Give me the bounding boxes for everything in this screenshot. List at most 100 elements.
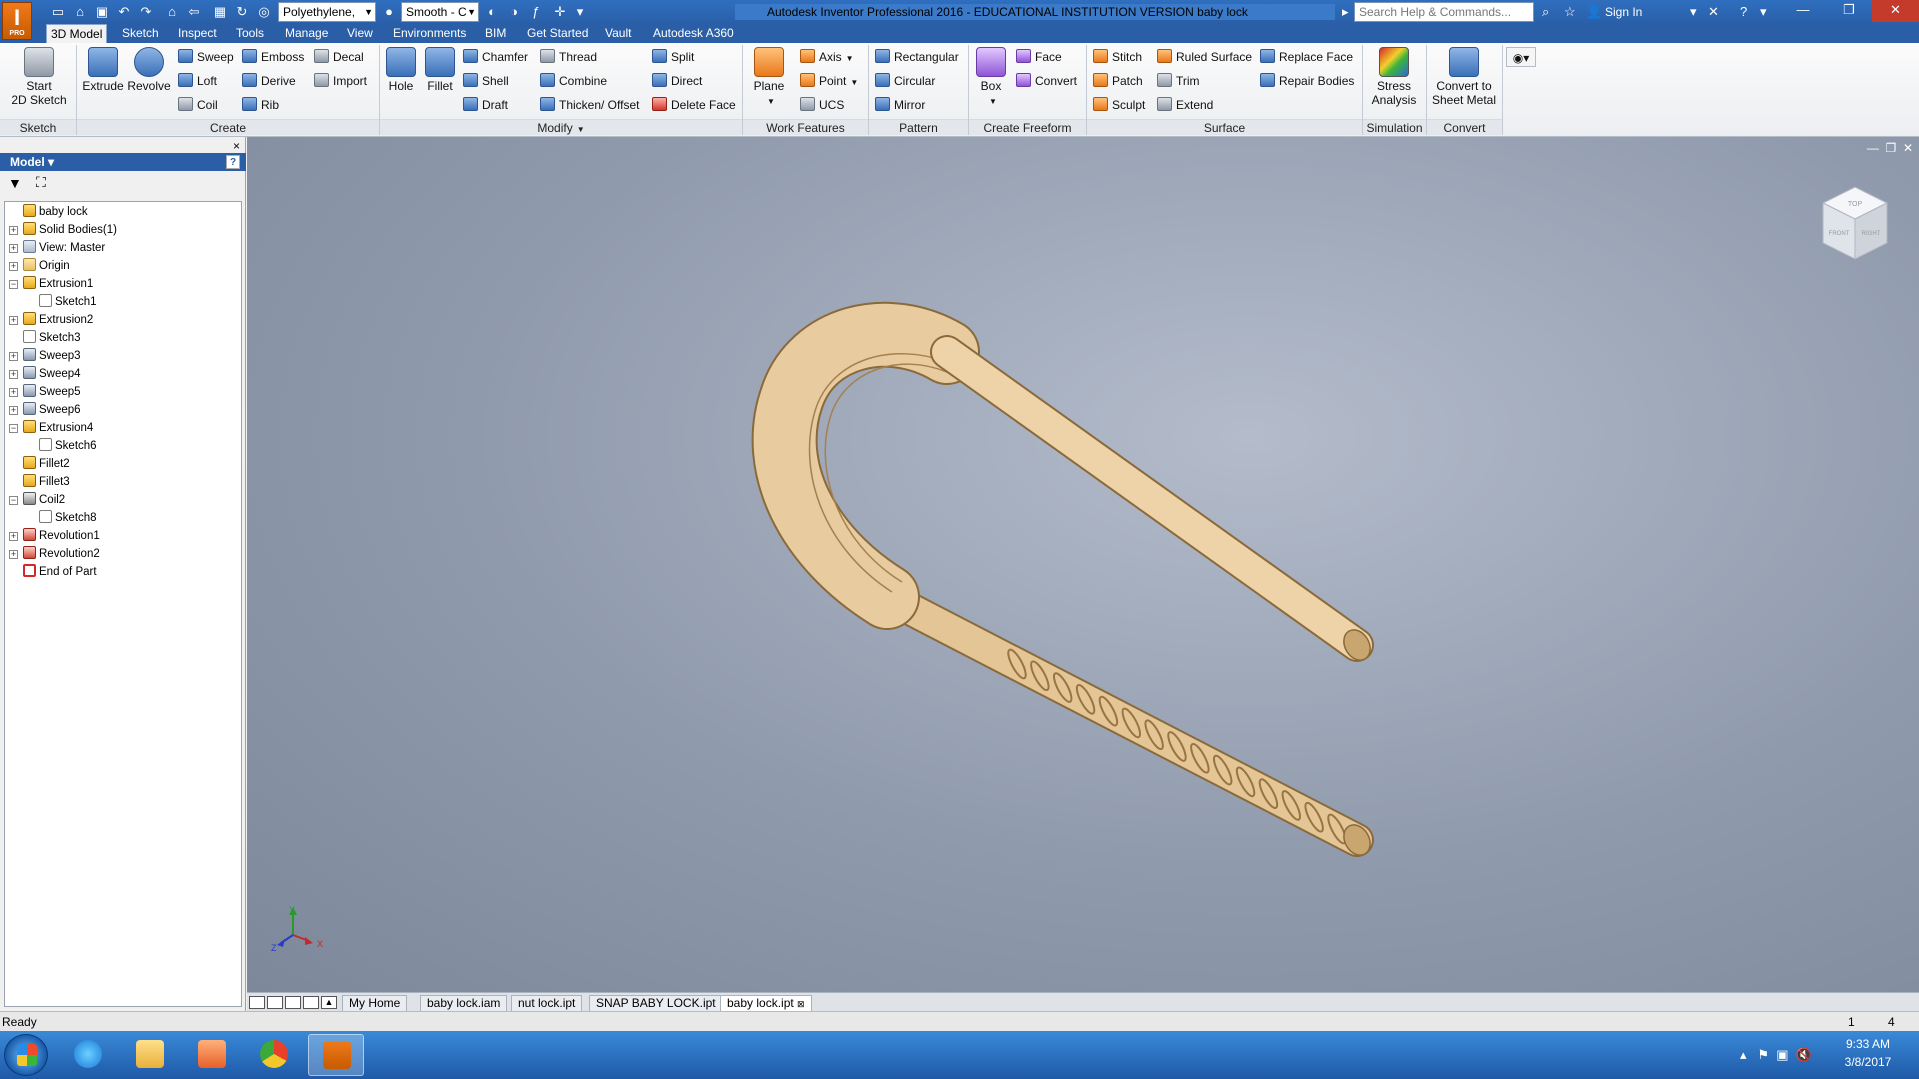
tab-environments[interactable]: Environments [389, 24, 470, 43]
return-icon[interactable]: ⇦ [186, 4, 202, 20]
emboss-button[interactable]: Emboss [242, 47, 304, 67]
expand-icon[interactable]: + [9, 532, 18, 541]
circular-pattern-button[interactable]: Circular [875, 71, 935, 91]
3d-model-baby-lock[interactable] [247, 137, 1919, 992]
browser-node-solid-bodies-1[interactable]: + Solid Bodies(1) [9, 221, 117, 239]
viewcube-right-label[interactable]: RIGHT [1862, 231, 1881, 237]
help-dropdown-icon[interactable]: ▾ [1760, 3, 1767, 21]
tab-inspect[interactable]: Inspect [174, 24, 221, 43]
doc-tab-baby-lock-ipt[interactable]: baby lock.ipt ⊠ [720, 995, 812, 1012]
tab-list-icon[interactable]: ▲ [321, 996, 337, 1009]
freeform-box-button[interactable]: Box ▼ [972, 47, 1010, 109]
rib-button[interactable]: Rib [242, 95, 279, 115]
tile-windows-icon[interactable] [267, 996, 283, 1009]
loft-button[interactable]: Loft [178, 71, 217, 91]
update-icon[interactable]: ↻ [234, 4, 250, 20]
delete-face-button[interactable]: Delete Face [652, 95, 736, 115]
tab-autodesk-a360[interactable]: Autodesk A360 [649, 24, 738, 43]
browser-node-fillet2[interactable]: Fillet2 [9, 455, 70, 473]
browser-node-sweep5[interactable]: + Sweep5 [9, 383, 81, 401]
browser-node-sweep4[interactable]: + Sweep4 [9, 365, 81, 383]
viewcube-top-label[interactable]: TOP [1848, 201, 1863, 208]
replace-face-button[interactable]: Replace Face [1260, 47, 1353, 67]
expand-icon[interactable]: + [9, 316, 18, 325]
window-minimize-button[interactable]: — [1780, 0, 1826, 22]
browser-node-extrusion1[interactable]: − Extrusion1 [9, 275, 93, 293]
customize-icon[interactable]: ▾ [572, 4, 588, 20]
tab-get-started[interactable]: Get Started [523, 24, 592, 43]
extrude-button[interactable]: Extrude [80, 47, 126, 93]
action-center-flag-icon[interactable]: ⚑ [1757, 1047, 1769, 1062]
browser-node-revolution1[interactable]: + Revolution1 [9, 527, 100, 545]
graphics-viewport[interactable]: — ❐ ✕ TOP FRONT RIGHT X Y Z [247, 137, 1919, 992]
parameters-icon[interactable]: ƒ [528, 4, 544, 20]
shell-button[interactable]: Shell [463, 71, 509, 91]
material-dropdown[interactable]: Polyethylene, ▼ [278, 2, 376, 22]
search-input[interactable]: Search Help & Commands... [1354, 2, 1534, 22]
ruled-surface-button[interactable]: Ruled Surface [1157, 47, 1252, 67]
cascade-windows-icon[interactable] [249, 996, 265, 1009]
favorites-icon[interactable]: ☆ [1564, 3, 1576, 21]
redo-icon[interactable]: ↷ [138, 4, 154, 20]
expand-icon[interactable]: + [9, 370, 18, 379]
browser-node-view-master[interactable]: + View: Master [9, 239, 105, 257]
browser-header[interactable]: Model ▾ ? [0, 153, 246, 171]
browser-node-baby-lock[interactable]: baby lock [9, 203, 88, 221]
sweep-button[interactable]: Sweep [178, 47, 234, 67]
browser-node-coil2[interactable]: − Coil2 [9, 491, 65, 509]
repair-bodies-button[interactable]: Repair Bodies [1260, 71, 1354, 91]
close-tab-icon[interactable]: ⊠ [797, 999, 805, 1009]
tab-tools[interactable]: Tools [232, 24, 268, 43]
tab-vault[interactable]: Vault [601, 24, 635, 43]
stress-analysis-button[interactable]: Stress Analysis [1366, 47, 1422, 107]
expand-icon[interactable]: + [9, 550, 18, 559]
tab-view[interactable]: View [343, 24, 377, 43]
signin-dropdown-icon[interactable]: ▾ [1690, 3, 1697, 21]
window-close-button[interactable]: ✕ [1872, 0, 1919, 22]
direct-button[interactable]: Direct [652, 71, 702, 91]
rectangular-pattern-button[interactable]: Rectangular [875, 47, 959, 67]
sculpt-button[interactable]: Sculpt [1093, 95, 1145, 115]
axis-button[interactable]: Axis ▼ [800, 47, 854, 67]
plane-button[interactable]: Plane ▼ [748, 47, 790, 109]
taskbar-media-player[interactable] [184, 1034, 240, 1076]
expand-icon[interactable]: ▸ [1342, 3, 1349, 21]
browser-help-button[interactable]: ? [226, 155, 240, 169]
browser-node-origin[interactable]: + Origin [9, 257, 70, 275]
open-icon[interactable]: ⌂ [72, 4, 88, 20]
expand-icon[interactable]: + [9, 262, 18, 271]
chamfer-button[interactable]: Chamfer [463, 47, 528, 67]
volume-icon[interactable]: 🔇 [1796, 1047, 1812, 1062]
point-button[interactable]: Point ▼ [800, 71, 858, 91]
extend-button[interactable]: Extend [1157, 95, 1213, 115]
thread-button[interactable]: Thread [540, 47, 597, 67]
network-icon[interactable]: ▣ [1776, 1047, 1788, 1062]
tab-manage[interactable]: Manage [281, 24, 332, 43]
convert-to-sheet-metal-button[interactable]: Convert to Sheet Metal [1428, 47, 1500, 107]
expand-icon[interactable]: + [9, 244, 18, 253]
adjust-icon[interactable]: ◑ [506, 4, 522, 20]
expand-icon[interactable]: + [9, 352, 18, 361]
tab-bim[interactable]: BIM [481, 24, 510, 43]
patch-button[interactable]: Patch [1093, 71, 1143, 91]
expand-icon[interactable]: + [9, 406, 18, 415]
collapse-icon[interactable]: − [9, 496, 18, 505]
home-icon[interactable]: ⌂ [164, 4, 180, 20]
browser-node-sweep6[interactable]: + Sweep6 [9, 401, 81, 419]
ucs-button[interactable]: UCS [800, 95, 844, 115]
revolve-button[interactable]: Revolve [126, 47, 172, 93]
clear-appearance-icon[interactable]: ◐ [484, 4, 500, 20]
filter-icon[interactable]: ▼ [8, 175, 22, 191]
browser-node-revolution2[interactable]: + Revolution2 [9, 545, 100, 563]
collapse-icon[interactable]: − [9, 424, 18, 433]
panel-title-modify[interactable]: Modify ▼ [380, 119, 742, 135]
start-2d-sketch-button[interactable]: Start 2D Sketch [6, 47, 72, 107]
split-button[interactable]: Split [652, 47, 694, 67]
measure-icon[interactable]: ◎ [256, 4, 272, 20]
select-icon[interactable]: ▦ [212, 4, 228, 20]
combine-button[interactable]: Combine [540, 71, 607, 91]
face-button[interactable]: Face [1016, 47, 1062, 67]
appearance-dropdown[interactable]: Smooth - C ▼ [401, 2, 479, 22]
draft-button[interactable]: Draft [463, 95, 508, 115]
collapse-icon[interactable]: − [9, 280, 18, 289]
